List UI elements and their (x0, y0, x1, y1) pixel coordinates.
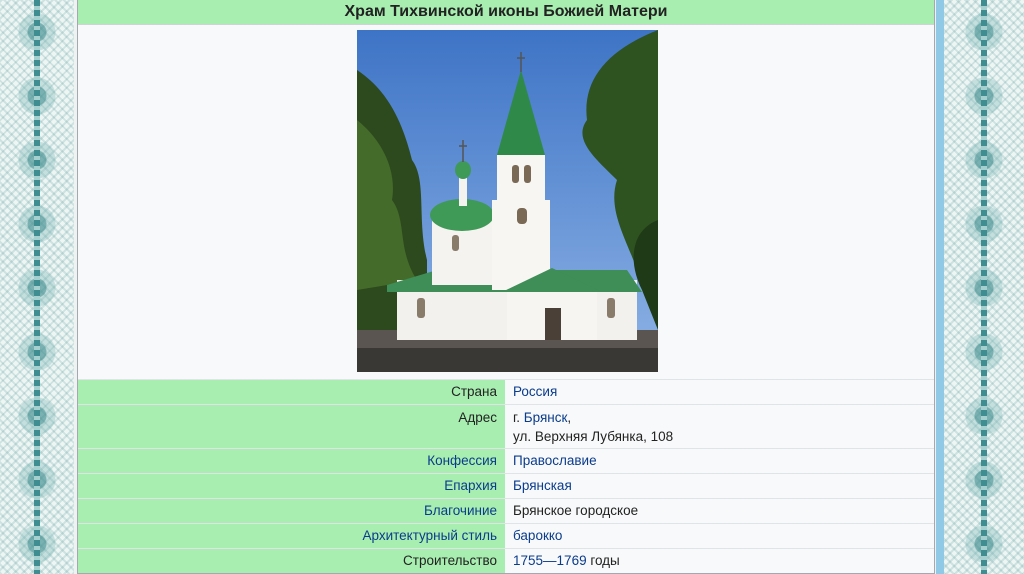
infobox: Храм Тихвинской иконы Божией Матери Стра… (77, 0, 935, 574)
row-address: Адрес г. Брянск, ул. Верхняя Лубянка, 10… (78, 404, 934, 448)
years-suffix: годы (586, 553, 620, 568)
address-comma: , (567, 410, 572, 425)
row-label-construction: Строительство (78, 549, 505, 573)
church-photo[interactable] (357, 30, 658, 372)
confession-label-link[interactable]: Конфессия (78, 449, 505, 473)
row-construction: Строительство 1755—1769 годы (78, 548, 934, 573)
deanery-value: Брянское городское (513, 503, 639, 518)
row-deanery: Благочиние Брянское городское (78, 498, 934, 523)
info-rows: Страна Россия Адрес г. Брянск, ул. Верхн… (78, 379, 934, 573)
infobox-title: Храм Тихвинской иконы Божией Матери (78, 0, 934, 25)
style-label-link[interactable]: Архитектурный стиль (78, 524, 505, 548)
right-ornament-border (944, 0, 1024, 574)
eparchy-link[interactable]: Брянская (513, 478, 572, 493)
country-link[interactable]: Россия (513, 384, 557, 399)
year-end-link[interactable]: 1769 (557, 553, 587, 568)
row-label-address: Адрес (78, 405, 505, 448)
year-dash: — (543, 553, 557, 568)
left-ornament-border (0, 0, 74, 574)
eparchy-label-link[interactable]: Епархия (78, 474, 505, 498)
window-scroll-edge (936, 0, 944, 574)
row-label-country: Страна (78, 380, 505, 404)
confession-link[interactable]: Православие (513, 453, 597, 468)
style-link[interactable]: барокко (513, 528, 562, 543)
deanery-label-link[interactable]: Благочиние (78, 499, 505, 523)
row-eparchy: Епархия Брянская (78, 473, 934, 498)
row-country: Страна Россия (78, 379, 934, 404)
year-start-link[interactable]: 1755 (513, 553, 543, 568)
city-link[interactable]: Брянск (524, 410, 568, 425)
row-confession: Конфессия Православие (78, 448, 934, 473)
address-prefix: г. (513, 410, 524, 425)
address-street: ул. Верхняя Лубянка, 108 (513, 429, 674, 444)
row-style: Архитектурный стиль барокко (78, 523, 934, 548)
